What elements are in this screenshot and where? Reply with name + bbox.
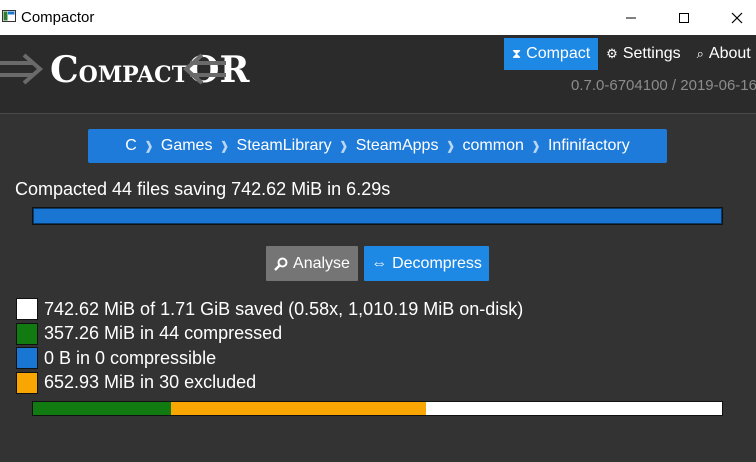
- breadcrumb-item[interactable]: C: [124, 137, 138, 155]
- stats-legend: 742.62 MiB of 1.71 GiB saved (0.58x, 1,0…: [16, 297, 523, 395]
- legend-text: 0 B in 0 compressible: [44, 347, 217, 368]
- arrow-right-icon: [0, 53, 44, 85]
- magnifier-icon: [274, 257, 288, 271]
- app-icon: [2, 10, 16, 22]
- breadcrumb-item[interactable]: SteamApps: [355, 137, 440, 155]
- bar-segment-excluded: [170, 402, 426, 415]
- logo-letter: C: [50, 49, 79, 91]
- breadcrumb-item[interactable]: SteamLibrary: [236, 137, 333, 155]
- legend-text: 652.93 MiB in 30 excluded: [44, 372, 257, 393]
- hourglass-icon: ⧗: [512, 46, 522, 61]
- app-header: COMPACTOR ⧗ Compact ⚙ Settings ⌕ About 0…: [0, 35, 756, 113]
- legend-text: 742.62 MiB of 1.71 GiB saved (0.58x, 1,0…: [44, 298, 524, 319]
- app-window: Compactor COMPACTOR ⧗ Compact ⚙ Settings…: [0, 0, 756, 462]
- legend-text: 357.26 MiB in 44 compressed: [44, 323, 283, 344]
- window-title: Compactor: [21, 9, 95, 26]
- compressed-swatch: [16, 322, 38, 345]
- progress-bar: [32, 207, 723, 225]
- legend-row-saved: 742.62 MiB of 1.71 GiB saved (0.58x, 1,0…: [16, 297, 523, 322]
- legend-row-excluded: 652.93 MiB in 30 excluded: [16, 371, 523, 396]
- header-divider: [0, 113, 756, 114]
- excluded-swatch: [16, 371, 38, 394]
- arrow-left-icon: [182, 53, 226, 85]
- maximize-icon: [679, 12, 689, 23]
- title-bar: Compactor: [0, 0, 756, 35]
- saved-swatch: [16, 298, 38, 321]
- bar-segment-saved: [425, 402, 722, 415]
- analyse-button[interactable]: Analyse: [266, 246, 358, 281]
- tab-settings[interactable]: ⚙ Settings: [598, 38, 688, 70]
- logo-letters: OMPACT: [78, 62, 189, 88]
- bar-segment-compressed: [33, 402, 171, 415]
- minimize-button[interactable]: [608, 0, 654, 35]
- analyse-label: Analyse: [293, 254, 350, 272]
- double-arrow-icon: ⇔: [371, 254, 388, 272]
- maximize-button[interactable]: [661, 0, 707, 35]
- breadcrumb: C ❱ Games ❱ SteamLibrary ❱ SteamApps ❱ c…: [88, 129, 667, 163]
- chevron-right-icon: ❱: [445, 139, 456, 153]
- tab-label: Compact: [526, 45, 591, 62]
- breakdown-bar: [32, 401, 723, 416]
- breadcrumb-item[interactable]: Games: [160, 137, 214, 155]
- chevron-right-icon: ❱: [143, 139, 154, 153]
- main-nav: ⧗ Compact ⚙ Settings ⌕ About: [504, 38, 756, 70]
- tab-compact[interactable]: ⧗ Compact: [504, 38, 599, 70]
- close-button[interactable]: [714, 0, 756, 35]
- progress-fill: [33, 208, 722, 224]
- decompress-label: Decompress: [392, 254, 482, 272]
- breadcrumb-item[interactable]: Infinifactory: [547, 137, 631, 155]
- tab-label: About: [708, 45, 751, 62]
- chevron-right-icon: ❱: [338, 139, 349, 153]
- minimize-icon: [626, 17, 636, 18]
- search-icon: ⌕: [696, 46, 704, 61]
- tab-label: Settings: [622, 45, 681, 62]
- legend-row-compressible: 0 B in 0 compressible: [16, 346, 523, 371]
- status-text: Compacted 44 files saving 742.62 MiB in …: [15, 179, 391, 199]
- close-icon: [731, 12, 743, 23]
- chevron-right-icon: ❱: [530, 139, 541, 153]
- compressible-swatch: [16, 347, 38, 370]
- tab-about[interactable]: ⌕ About: [689, 38, 756, 70]
- gear-icon: ⚙: [606, 46, 618, 61]
- version-label: 0.7.0-6704100 / 2019-06-16: [571, 77, 756, 94]
- decompress-button[interactable]: ⇔ Decompress: [364, 246, 489, 281]
- breadcrumb-item[interactable]: common: [462, 137, 525, 155]
- chevron-right-icon: ❱: [219, 139, 230, 153]
- legend-row-compressed: 357.26 MiB in 44 compressed: [16, 322, 523, 347]
